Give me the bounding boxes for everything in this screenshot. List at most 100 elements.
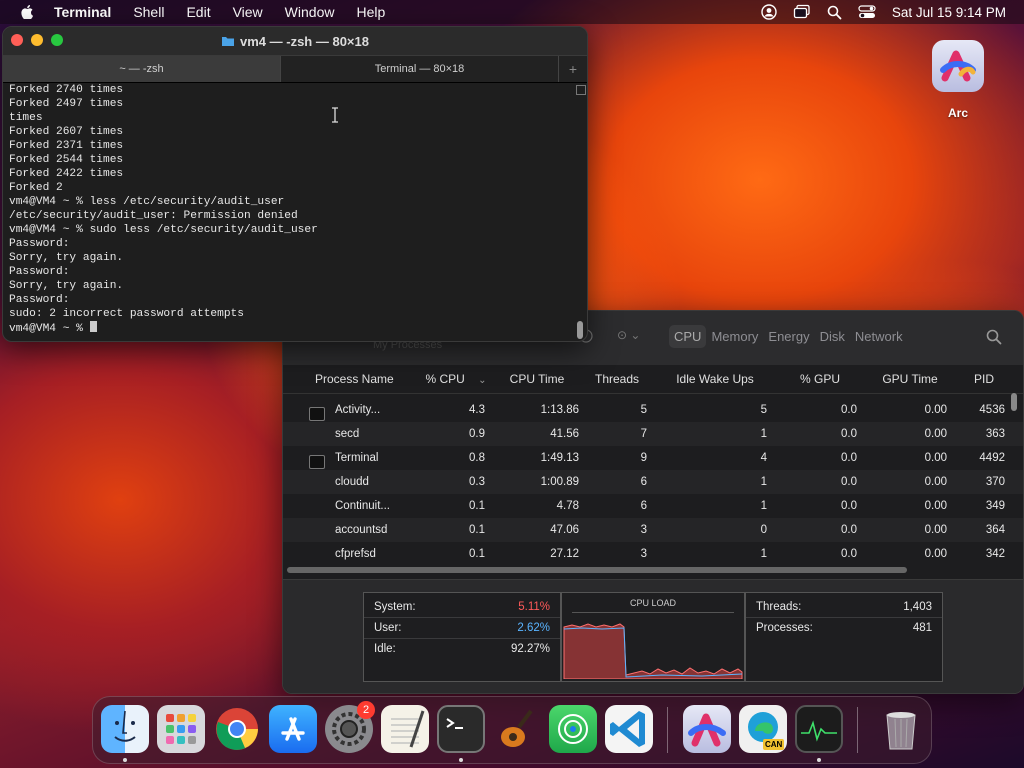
tab-zsh[interactable]: ~ — -zsh — [3, 56, 280, 82]
apple-menu-icon[interactable] — [20, 5, 34, 19]
textedit-icon[interactable] — [381, 705, 429, 753]
col-cpu-time[interactable]: CPU Time — [495, 372, 579, 386]
table-row[interactable]: secd 0.9 41.56 7 1 0.0 0.00 363 — [283, 422, 1023, 446]
zoom-button[interactable] — [51, 34, 63, 46]
close-button[interactable] — [11, 34, 23, 46]
minimize-button[interactable] — [31, 34, 43, 46]
table-row[interactable]: Continuit... 0.1 4.78 6 1 0.0 0.00 349 — [283, 494, 1023, 518]
tab-energy[interactable]: Energy — [763, 325, 814, 348]
terminal-dock-icon[interactable] — [437, 705, 485, 753]
new-tab-button[interactable]: + — [558, 56, 587, 82]
scrollbar-thumb[interactable] — [577, 321, 583, 339]
threads-processes-box: Threads: 1,403 Processes: 481 — [745, 592, 943, 682]
table-row[interactable]: Terminal 0.8 1:49.13 9 4 0.0 0.00 4492 — [283, 446, 1023, 470]
vscode-icon[interactable] — [605, 705, 653, 753]
table-row[interactable]: Activity... 4.3 1:13.86 5 5 0.0 0.00 4536 — [283, 398, 1023, 422]
terminal-line: Forked 2 — [9, 182, 63, 194]
table-row[interactable]: accountsd 0.1 47.06 3 0 0.0 0.00 364 — [283, 518, 1023, 542]
garageband-icon[interactable] — [493, 705, 541, 753]
arc-dock-icon[interactable] — [683, 705, 731, 753]
terminal-titlebar[interactable]: vm4 — -zsh — 80×18 — [3, 27, 587, 55]
activity-monitor-process-icon — [309, 407, 325, 421]
col-gpu[interactable]: % GPU — [775, 372, 865, 386]
terminal-line: Forked 2371 times — [9, 140, 124, 152]
col-gpu-time[interactable]: GPU Time — [865, 372, 955, 386]
col-idle-wake-ups[interactable]: Idle Wake Ups — [655, 372, 775, 386]
menu-app-name[interactable]: Terminal — [54, 4, 111, 20]
terminal-line: Forked 2497 times — [9, 98, 124, 110]
menu-clock[interactable]: Sat Jul 15 9:14 PM — [892, 5, 1006, 20]
folder-icon — [222, 37, 234, 46]
terminal-prompt: vm4@VM4 ~ % — [9, 323, 90, 335]
trash-icon[interactable] — [877, 705, 925, 753]
threads-value: 1,403 — [903, 601, 932, 613]
terminal-output[interactable]: Forked 2740 times Forked 2497 times times F… — [3, 83, 573, 341]
chrome-icon[interactable] — [213, 705, 261, 753]
activity-monitor-dock-icon[interactable] — [795, 705, 843, 753]
scroll-marker-icon — [576, 85, 586, 95]
launchpad-icon[interactable] — [157, 705, 205, 753]
menu-help[interactable]: Help — [356, 4, 385, 20]
terminal-window: vm4 — -zsh — 80×18 ~ — -zsh Terminal — 8… — [2, 26, 588, 342]
cpu-summary-panel: System: 5.11% User: 2.62% Idle: 92.27% CPU … — [283, 579, 1023, 693]
finder-icon[interactable] — [101, 705, 149, 753]
table-horizontal-scrollbar[interactable] — [287, 567, 907, 573]
screen-mirroring-icon[interactable] — [793, 4, 811, 20]
process-table-body: Activity... 4.3 1:13.86 5 5 0.0 0.00 4536 secd… — [283, 394, 1023, 566]
more-options-icon[interactable]: ⊙ ⌄ — [617, 328, 640, 342]
process-table-header: Process Name % CPU ⌄ CPU Time Threads Id… — [283, 365, 1023, 394]
search-icon[interactable] — [986, 329, 1002, 345]
tab-disk[interactable]: Disk — [815, 325, 850, 348]
sort-chevron-icon: ⌄ — [478, 375, 487, 386]
app-store-icon[interactable] — [269, 705, 317, 753]
processes-label: Processes: — [756, 622, 813, 634]
spotlight-search-icon[interactable] — [827, 5, 842, 20]
table-vertical-scrollbar[interactable] — [1011, 393, 1017, 411]
terminal-tab-bar: ~ — -zsh Terminal — 80×18 + — [3, 55, 587, 83]
threads-label: Threads: — [756, 601, 802, 613]
desktop-arc-shortcut[interactable]: Arc — [930, 40, 986, 124]
dock: 2 CAN — [92, 696, 932, 764]
tab-memory[interactable]: Memory — [706, 325, 763, 348]
table-row[interactable]: cfprefsd 0.1 27.12 3 1 0.0 0.00 342 — [283, 542, 1023, 566]
col-cpu[interactable]: % CPU ⌄ — [417, 372, 495, 386]
menu-edit[interactable]: Edit — [186, 4, 210, 20]
system-value: 5.11% — [518, 601, 550, 613]
running-indicator — [817, 758, 821, 762]
tab-cpu[interactable]: CPU — [669, 325, 707, 348]
terminal-line: Password: — [9, 238, 70, 250]
terminal-line: Password: — [9, 294, 70, 306]
window-controls — [11, 34, 63, 46]
dock-separator — [667, 707, 668, 753]
col-process-name[interactable]: Process Name — [283, 372, 417, 386]
system-settings-icon[interactable]: 2 — [325, 701, 375, 753]
col-pid[interactable]: PID — [955, 372, 1013, 386]
arc-label: Arc — [947, 106, 968, 120]
cpu-usage-box: System: 5.11% User: 2.62% Idle: 92.27% — [363, 592, 561, 682]
canary-badge: CAN — [763, 739, 785, 750]
find-my-icon[interactable] — [549, 705, 597, 753]
processes-value: 481 — [912, 622, 932, 634]
system-label: System: — [374, 601, 416, 613]
am-tab-group: CPU Memory Energy Disk Network — [669, 325, 908, 348]
cpu-load-title: CPU LOAD — [629, 598, 676, 608]
col-threads[interactable]: Threads — [579, 372, 655, 386]
cpu-load-graph: CPU LOAD — [561, 592, 745, 682]
terminal-prompt-line[interactable]: vm4@VM4 ~ % — [9, 321, 567, 336]
tab-network[interactable]: Network — [850, 325, 908, 348]
menu-shell[interactable]: Shell — [133, 4, 164, 20]
edge-canary-icon[interactable]: CAN — [739, 705, 787, 753]
terminal-line: vm4@VM4 ~ % less /etc/security/audit_use… — [9, 196, 285, 208]
menu-view[interactable]: View — [233, 4, 263, 20]
menu-window[interactable]: Window — [285, 4, 335, 20]
control-center-icon[interactable] — [858, 5, 876, 19]
cpu-load-chart — [563, 623, 743, 679]
table-row[interactable]: cloudd 0.3 1:00.89 6 1 0.0 0.00 370 — [283, 470, 1023, 494]
user-account-icon[interactable] — [761, 4, 777, 20]
menu-bar: Terminal Shell Edit View Window Help Sat… — [0, 0, 1024, 24]
terminal-line: Forked 2544 times — [9, 154, 124, 166]
tab-terminal[interactable]: Terminal — 80×18 — [280, 56, 558, 82]
terminal-scrollbar[interactable] — [575, 83, 586, 341]
terminal-process-icon — [309, 455, 325, 469]
terminal-line: Forked 2740 times — [9, 84, 124, 96]
